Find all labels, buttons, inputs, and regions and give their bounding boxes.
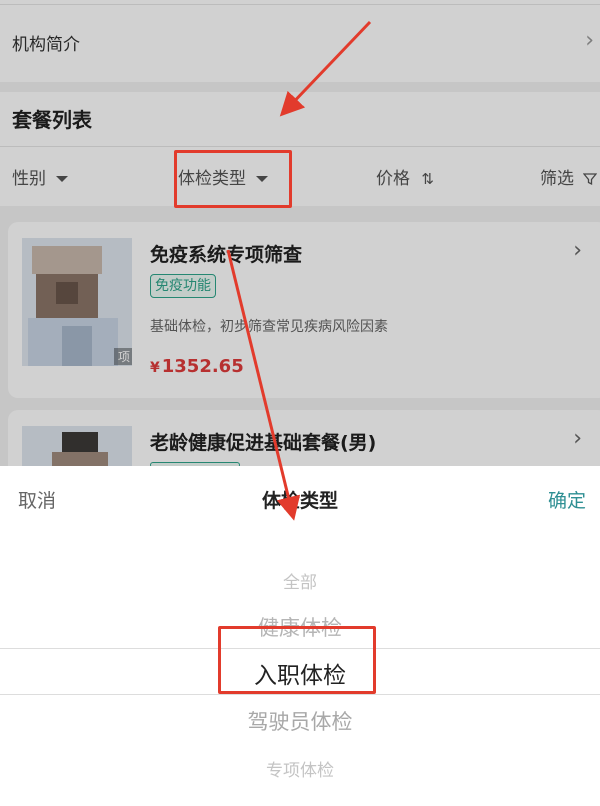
filter-label: 筛选 <box>540 169 574 189</box>
package-card[interactable]: 项 免疫系统专项筛查 › 免疫功能 基础体检，初步筛查常见疾病风险因素 ¥135… <box>8 222 600 398</box>
picker-option[interactable]: 专项体检 <box>0 756 600 781</box>
price-sort[interactable]: 价格 ⇅ <box>376 164 434 189</box>
package-price: ¥1352.65 <box>150 356 244 377</box>
cancel-button[interactable]: 取消 <box>18 486 56 513</box>
package-thumbnail <box>22 426 132 470</box>
currency-symbol: ¥ <box>150 360 160 376</box>
gender-filter-label: 性别 <box>12 169 46 189</box>
picker-option[interactable]: 全部 <box>0 568 600 593</box>
divider <box>0 4 600 5</box>
filter-icon <box>583 173 598 186</box>
annotation-highlight-box <box>174 150 292 208</box>
package-thumbnail: 项 <box>22 238 132 366</box>
package-list-section: 套餐列表 性别 体检类型 价格 ⇅ 筛选 <box>0 92 600 206</box>
thumbnail-badge: 项 <box>114 348 132 365</box>
chevron-right-icon: › <box>585 28 594 53</box>
picker-selection-line <box>0 694 600 695</box>
confirm-button[interactable]: 确定 <box>548 486 586 513</box>
page: 机构简介 › 套餐列表 性别 体检类型 价格 ⇅ 筛选 项 免疫系统专项筛查 ›… <box>0 0 600 806</box>
package-list-title: 套餐列表 <box>12 108 92 132</box>
package-card[interactable]: 老龄健康促进基础套餐(男) › <box>8 410 600 470</box>
sheet-title: 体检类型 <box>261 490 338 512</box>
package-tag: 免疫功能 <box>150 274 216 298</box>
filter-button[interactable]: 筛选 <box>540 164 598 189</box>
caret-down-icon <box>56 176 68 182</box>
package-description: 基础体检，初步筛查常见疾病风险因素 <box>150 319 388 335</box>
gender-filter[interactable]: 性别 <box>12 164 68 189</box>
sort-icon: ⇅ <box>421 170 434 188</box>
divider <box>0 146 600 147</box>
package-title: 老龄健康促进基础套餐(男) <box>150 432 377 454</box>
picker-option[interactable]: 驾驶员体检 <box>0 706 600 736</box>
package-title: 免疫系统专项筛查 <box>150 244 303 266</box>
price-value: 1352.65 <box>161 356 244 377</box>
chevron-right-icon: › <box>573 426 582 451</box>
price-sort-label: 价格 <box>376 169 410 189</box>
org-intro-label: 机构简介 <box>12 35 80 55</box>
org-intro-row[interactable]: 机构简介 › <box>0 0 600 82</box>
annotation-highlight-box <box>218 626 376 694</box>
chevron-right-icon: › <box>573 238 582 263</box>
